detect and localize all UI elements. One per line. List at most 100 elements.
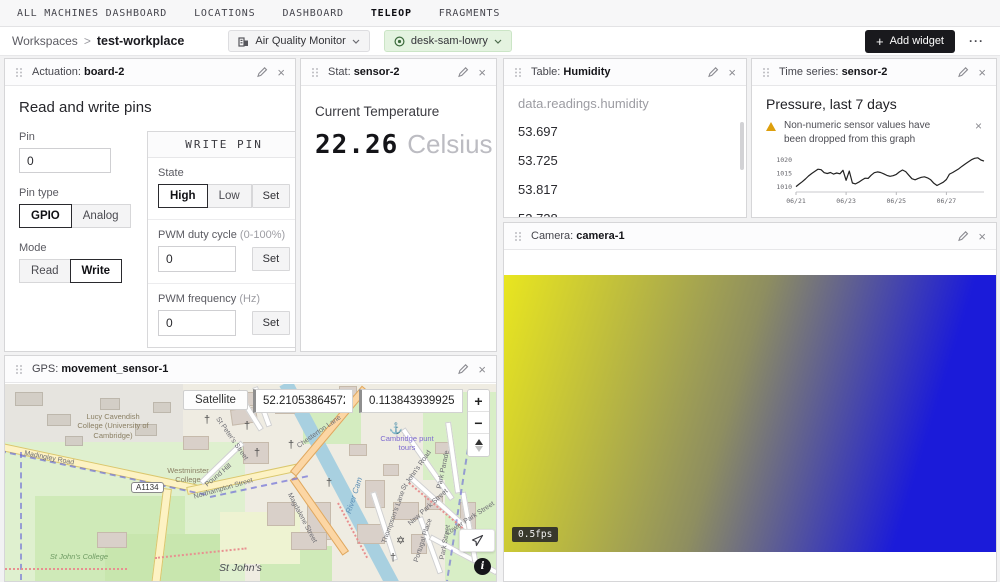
state-label: State: [158, 167, 290, 179]
scrollbar-thumb[interactable]: [740, 122, 744, 170]
machine-status-icon: [394, 36, 405, 47]
stat-unit: Celsius: [407, 129, 492, 160]
location-selector-label: Air Quality Monitor: [255, 35, 345, 47]
map-feature: [100, 398, 120, 410]
write-pin-title: WRITE PIN: [148, 132, 296, 158]
mode-read-button[interactable]: Read: [19, 259, 71, 283]
pin-input[interactable]: [19, 148, 111, 173]
widget-title: Time series: sensor-2: [779, 66, 887, 78]
map-feature: [183, 436, 209, 450]
close-icon[interactable]: ×: [978, 230, 986, 243]
svg-text:06/23: 06/23: [836, 197, 856, 205]
machine-selector-label: desk-sam-lowry: [411, 35, 488, 47]
svg-text:1010: 1010: [776, 183, 792, 191]
table-rows: 53.69753.72553.81753.728: [518, 117, 732, 218]
widget-title: Table: Humidity: [531, 66, 610, 78]
pin-type-analog-button[interactable]: Analog: [71, 204, 131, 228]
breadcrumb-current-workspace: test-workplace: [97, 34, 185, 48]
mode-label: Mode: [19, 242, 131, 254]
teleop-dashboard-page: ALL MACHINES DASHBOARD LOCATIONS DASHBOA…: [0, 0, 1000, 582]
state-low-button[interactable]: Low: [207, 184, 252, 208]
map-feature: [349, 444, 367, 456]
map-feature: [20, 452, 22, 580]
close-icon[interactable]: ×: [728, 66, 736, 79]
more-options-icon[interactable]: ···: [969, 34, 984, 48]
set-pwm-duty-button[interactable]: Set: [252, 247, 291, 271]
edit-icon[interactable]: [957, 66, 969, 78]
pwm-frequency-label: PWM frequency (Hz): [158, 293, 290, 305]
stat-label: Current Temperature: [315, 104, 482, 119]
map-feature: [383, 464, 399, 476]
pin-type-gpio-button[interactable]: GPIO: [19, 204, 72, 228]
map-feature: [97, 532, 127, 548]
satellite-toggle-button[interactable]: Satellite: [183, 390, 248, 410]
zoom-in-button[interactable]: +: [468, 390, 489, 412]
compass-button[interactable]: [468, 434, 489, 456]
warning-close-icon[interactable]: ×: [975, 119, 982, 133]
close-icon[interactable]: ×: [277, 66, 285, 79]
pwm-frequency-input[interactable]: [158, 310, 236, 336]
widget-header: Actuation: board-2 ×: [5, 59, 295, 86]
nav-fragments[interactable]: FRAGMENTS: [439, 8, 500, 19]
drag-handle-icon[interactable]: [514, 231, 522, 242]
drag-handle-icon[interactable]: [15, 67, 23, 78]
nav-teleop[interactable]: TELEOP: [371, 8, 412, 19]
widget-actuation: Actuation: board-2 × Read and write pins…: [4, 58, 296, 352]
map-zoom-controls: + −: [467, 389, 490, 457]
set-state-button[interactable]: Set: [252, 184, 291, 208]
drag-handle-icon[interactable]: [15, 364, 23, 375]
building-icon: [238, 36, 249, 47]
map-feature: [243, 442, 269, 464]
pwm-duty-label: PWM duty cycle (0-100%): [158, 229, 290, 241]
table-row: 53.725: [518, 146, 732, 175]
zoom-out-button[interactable]: −: [468, 412, 489, 434]
close-icon[interactable]: ×: [478, 363, 486, 376]
machine-selector[interactable]: desk-sam-lowry: [384, 30, 512, 52]
pin-type-label: Pin type: [19, 187, 131, 199]
state-high-button[interactable]: High: [158, 184, 208, 208]
stat-value: 22.26: [315, 130, 398, 160]
nav-locations[interactable]: LOCATIONS: [194, 8, 255, 19]
nav-dashboard[interactable]: DASHBOARD: [282, 8, 343, 19]
warning-text: Non-numeric sensor values have been drop…: [784, 119, 954, 146]
pwm-duty-input[interactable]: [158, 246, 236, 272]
edit-icon[interactable]: [957, 230, 969, 242]
map-feature: [5, 568, 127, 570]
edit-icon[interactable]: [457, 363, 469, 375]
gps-map[interactable]: Lucy Cavendish College (University of Ca…: [5, 384, 496, 581]
mode-write-button[interactable]: Write: [70, 259, 123, 283]
drag-handle-icon[interactable]: [762, 67, 770, 78]
breadcrumb-workspaces[interactable]: Workspaces: [12, 34, 78, 48]
map-feature: [291, 532, 327, 550]
edit-icon[interactable]: [256, 66, 268, 78]
map-poi-icon: ⚓: [389, 422, 403, 435]
edit-icon[interactable]: [457, 66, 469, 78]
widget-header: GPS: movement_sensor-1 ×: [5, 356, 496, 383]
map-feature: [153, 402, 171, 413]
widget-header: Table: Humidity ×: [504, 59, 746, 86]
widget-title: Camera: camera-1: [531, 230, 625, 242]
map-info-button[interactable]: i: [474, 558, 491, 575]
widget-title: Actuation: board-2: [32, 66, 124, 78]
widget-title: GPS: movement_sensor-1: [32, 363, 168, 375]
set-pwm-frequency-button[interactable]: Set: [252, 311, 291, 335]
map-feature: [65, 436, 83, 446]
warning-banner: Non-numeric sensor values have been drop…: [766, 119, 982, 146]
drag-handle-icon[interactable]: [311, 67, 319, 78]
latitude-input[interactable]: [253, 389, 353, 413]
add-widget-button[interactable]: + Add widget: [865, 30, 955, 53]
breadcrumb-separator: >: [84, 34, 91, 48]
drag-handle-icon[interactable]: [514, 67, 522, 78]
map-poi-icon: †: [288, 439, 294, 451]
close-icon[interactable]: ×: [978, 66, 986, 79]
locate-button[interactable]: [459, 529, 495, 552]
table-row: 53.817: [518, 175, 732, 204]
location-selector[interactable]: Air Quality Monitor: [228, 30, 369, 52]
widget-camera: Camera: camera-1 × 0.5fps: [503, 222, 997, 582]
plus-icon: +: [876, 35, 884, 48]
nav-all-machines-dashboard[interactable]: ALL MACHINES DASHBOARD: [17, 8, 167, 19]
longitude-input[interactable]: [359, 389, 463, 413]
edit-icon[interactable]: [707, 66, 719, 78]
svg-text:06/27: 06/27: [937, 197, 957, 205]
close-icon[interactable]: ×: [478, 66, 486, 79]
